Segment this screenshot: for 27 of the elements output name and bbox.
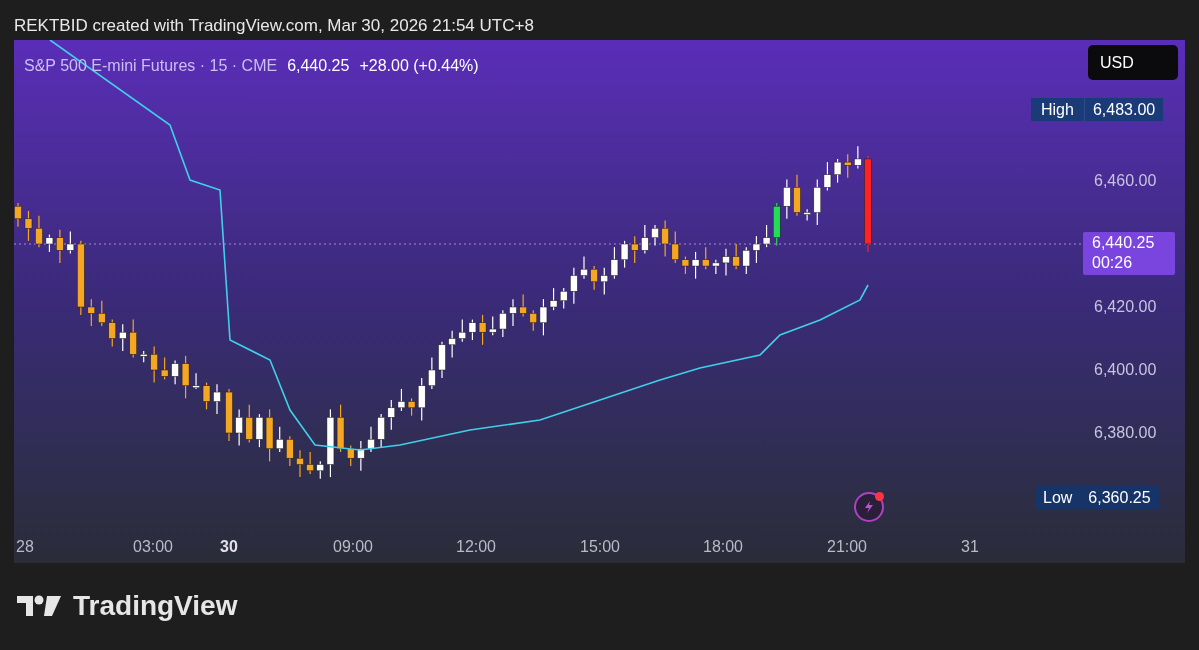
time-axis-label: 03:00 bbox=[133, 537, 173, 557]
price-change: +28.00 (+0.44%) bbox=[359, 56, 479, 76]
brand-name: TradingView bbox=[73, 591, 238, 621]
currency-button[interactable]: USD bbox=[1088, 45, 1178, 80]
time-axis-label: 15:00 bbox=[580, 537, 620, 557]
price-axis-label: 6,400.00 bbox=[1094, 360, 1157, 380]
low-value: 6,360.25 bbox=[1087, 488, 1152, 508]
price-axis-label: 6,420.00 bbox=[1094, 297, 1157, 317]
time-axis-label: 30 bbox=[220, 537, 238, 557]
last-price: 6,440.25 bbox=[287, 56, 350, 76]
alert-icon[interactable] bbox=[854, 492, 884, 522]
time-axis-label: 28 bbox=[16, 537, 34, 557]
high-value: 6,483.00 bbox=[1091, 100, 1157, 120]
low-label: Low bbox=[1042, 488, 1074, 508]
bar-countdown: 00:26 bbox=[1092, 253, 1134, 273]
time-axis-label: 09:00 bbox=[333, 537, 373, 557]
time-axis-label: 31 bbox=[961, 537, 979, 557]
chart-credit: REKTBID created with TradingView.com, Mar 30, 2026 21:54 UTC+8 bbox=[14, 16, 534, 35]
symbol-title: S&P 500 E-mini Futures · 15 · CME bbox=[24, 56, 278, 76]
high-label: High bbox=[1031, 98, 1085, 121]
time-axis-label: 18:00 bbox=[703, 537, 743, 557]
time-axis-label: 21:00 bbox=[827, 537, 867, 557]
current-price: 6,440.25 bbox=[1092, 233, 1156, 253]
time-axis-label: 12:00 bbox=[456, 537, 496, 557]
price-axis-label: 6,380.00 bbox=[1094, 423, 1157, 443]
price-axis-label: 6,460.00 bbox=[1094, 171, 1157, 191]
logo-icon bbox=[17, 594, 63, 618]
